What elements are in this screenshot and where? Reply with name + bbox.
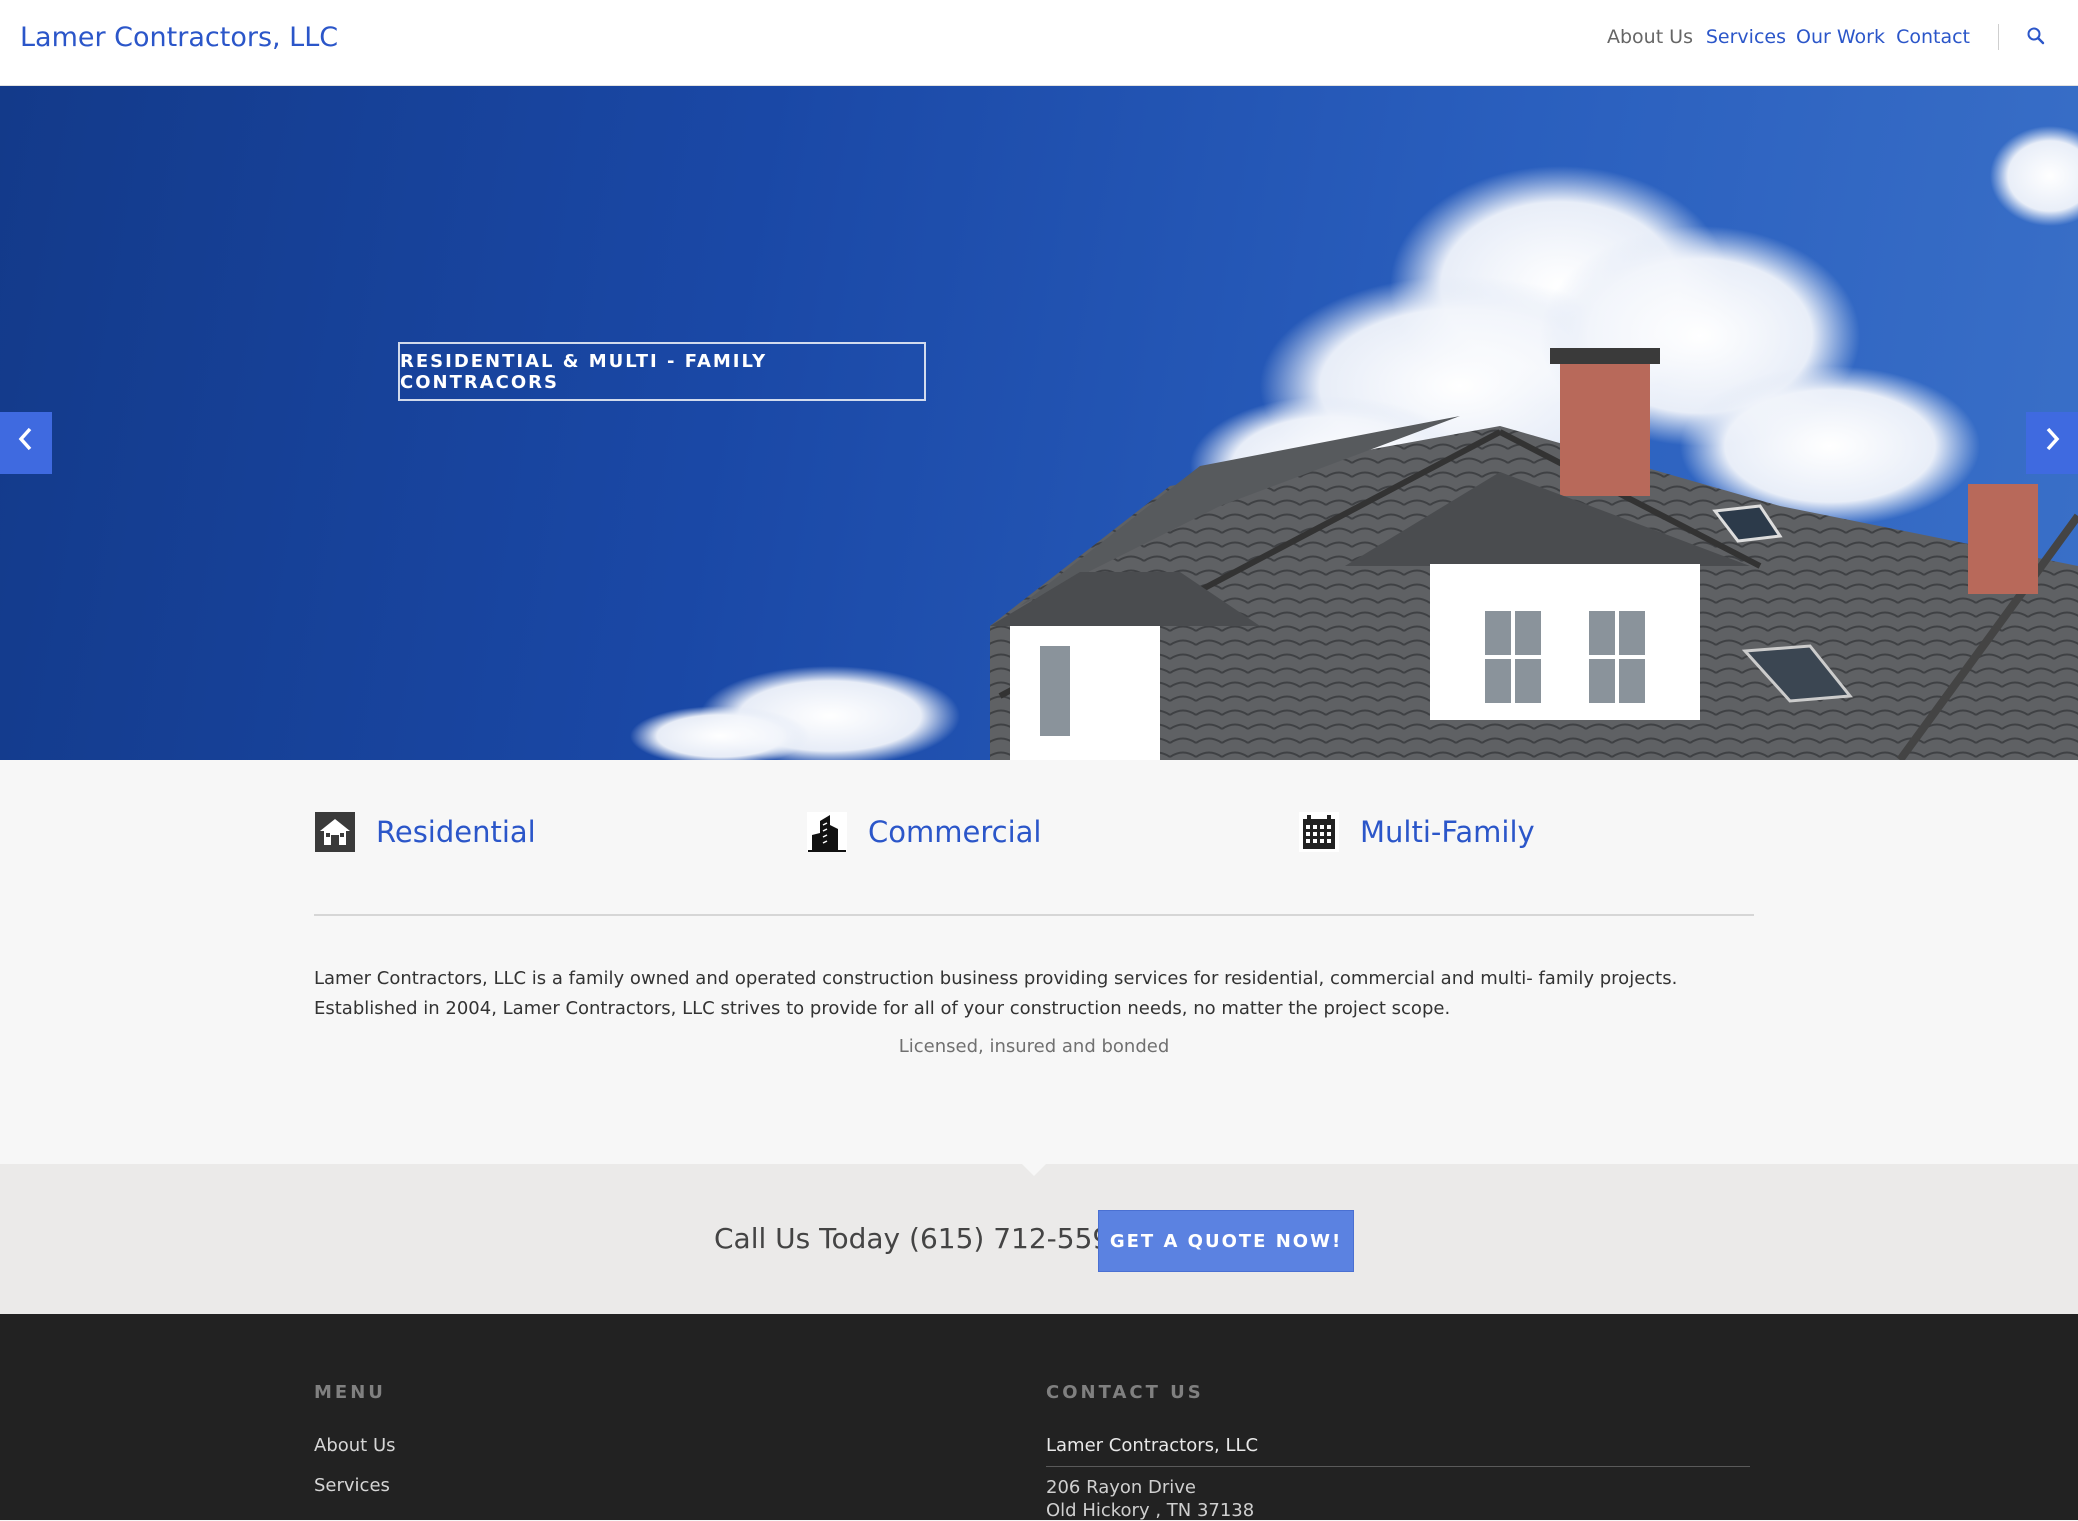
nav-contact[interactable]: Contact xyxy=(1896,26,1970,48)
building-icon xyxy=(806,811,848,853)
chevron-left-icon xyxy=(16,425,36,461)
hero-caption: RESIDENTIAL & MULTI - FAMILY CONTRACORS xyxy=(398,342,926,401)
cta-notch xyxy=(1022,1164,1046,1176)
nav-about-us[interactable]: About Us xyxy=(1607,26,1693,48)
services-section: Residential Commercial Multi-Family Lame… xyxy=(0,760,2078,1164)
company-description: Lamer Contractors, LLC is a family owned… xyxy=(314,968,1678,1019)
slider-next-button[interactable] xyxy=(2026,412,2078,474)
hero-image xyxy=(630,126,2078,760)
house-icon xyxy=(314,811,356,853)
service-label: Multi-Family xyxy=(1360,815,1535,849)
nav-our-work[interactable]: Our Work xyxy=(1796,26,1885,48)
search-icon[interactable] xyxy=(2026,26,2046,46)
nav-divider xyxy=(1998,24,1999,50)
site-logo[interactable]: Lamer Contractors, LLC xyxy=(20,22,338,53)
get-quote-button[interactable]: GET A QUOTE NOW! xyxy=(1098,1210,1354,1272)
footer-contact-heading: CONTACT US xyxy=(1046,1382,1204,1403)
footer-company-name: Lamer Contractors, LLC xyxy=(1046,1435,1259,1456)
nav-services[interactable]: Services xyxy=(1706,26,1786,48)
licensed-tagline: Licensed, insured and bonded xyxy=(898,1036,1170,1057)
cta-phone-text: Call Us Today (615) 712-5592 xyxy=(714,1222,1129,1255)
site-header: Lamer Contractors, LLC About Us Services… xyxy=(0,0,2078,86)
hero-slider: RESIDENTIAL & MULTI - FAMILY CONTRACORS xyxy=(0,86,2078,760)
site-footer: MENU About Us Services CONTACT US Lamer … xyxy=(0,1314,2078,1521)
footer-link-about-us[interactable]: About Us xyxy=(314,1435,396,1456)
footer-divider xyxy=(1046,1466,1750,1467)
service-residential[interactable]: Residential xyxy=(314,810,536,854)
service-label: Commercial xyxy=(868,815,1042,849)
service-multi-family[interactable]: Multi-Family xyxy=(1298,810,1535,854)
footer-address-line1: 206 Rayon Drive xyxy=(1046,1477,1197,1498)
call-to-action-bar: Call Us Today (615) 712-5592 GET A QUOTE… xyxy=(0,1164,2078,1314)
chevron-right-icon xyxy=(2042,425,2062,461)
section-divider xyxy=(314,914,1754,916)
apartment-icon xyxy=(1298,811,1340,853)
footer-link-services[interactable]: Services xyxy=(314,1475,390,1496)
service-label: Residential xyxy=(376,815,536,849)
footer-menu-heading: MENU xyxy=(314,1382,386,1403)
slider-prev-button[interactable] xyxy=(0,412,52,474)
service-commercial[interactable]: Commercial xyxy=(806,810,1041,854)
footer-address-line2: Old Hickory , TN 37138 xyxy=(1046,1500,1255,1521)
